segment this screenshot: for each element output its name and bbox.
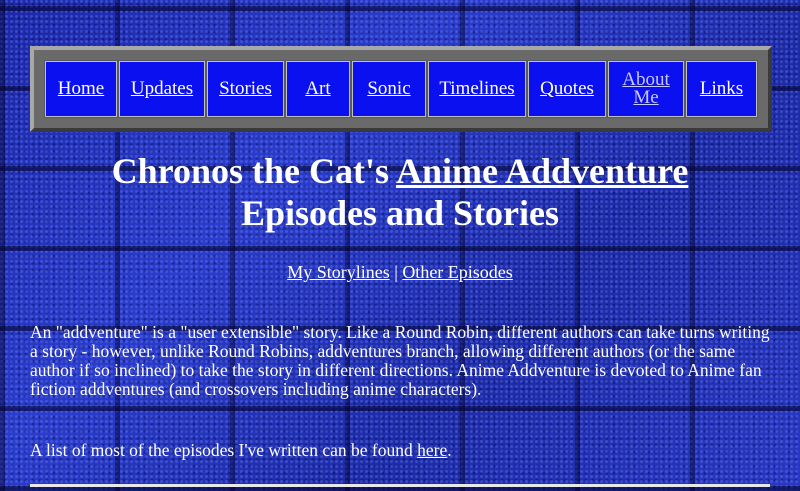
nav-link-art[interactable]: Art — [305, 79, 330, 98]
other-episodes-link[interactable]: Other Episodes — [402, 262, 512, 282]
nav-item-sonic[interactable]: Sonic — [352, 61, 426, 117]
episode-list-suffix: . — [447, 440, 452, 460]
episode-list-text: A list of most of the episodes I've writ… — [30, 440, 418, 460]
nav-item-links[interactable]: Links — [686, 61, 757, 117]
nav-frame: Home Updates Stories Art Sonic Timelines… — [30, 46, 772, 132]
nav-link-home[interactable]: Home — [58, 79, 104, 98]
nav-link-links[interactable]: Links — [700, 79, 743, 98]
nav-item-stories[interactable]: Stories — [207, 61, 284, 117]
title-anime-addventure-link[interactable]: Anime Addventure — [396, 151, 688, 191]
nav-link-about-me[interactable]: About Me — [618, 70, 674, 107]
nav-item-art[interactable]: Art — [286, 61, 350, 117]
nav-item-quotes[interactable]: Quotes — [528, 61, 606, 117]
nav-link-sonic[interactable]: Sonic — [367, 79, 410, 98]
my-storylines-link[interactable]: My Storylines — [287, 262, 390, 282]
sublinks-separator: | — [389, 262, 403, 282]
nav-item-timelines[interactable]: Timelines — [428, 61, 526, 117]
title-prefix: Chronos the Cat's — [111, 151, 397, 191]
nav-bar: Home Updates Stories Art Sonic Timelines… — [44, 60, 758, 118]
nav-link-timelines[interactable]: Timelines — [439, 79, 514, 98]
episode-list-here-link[interactable]: here — [417, 440, 447, 460]
nav-item-updates[interactable]: Updates — [119, 61, 205, 117]
nav-link-quotes[interactable]: Quotes — [540, 79, 594, 98]
nav-link-updates[interactable]: Updates — [131, 79, 193, 98]
nav-item-about-me[interactable]: About Me — [608, 61, 684, 117]
divider — [30, 484, 770, 487]
episode-list-paragraph: A list of most of the episodes I've writ… — [30, 441, 770, 460]
intro-paragraph: An "addventure" is a "user extensible" s… — [30, 322, 770, 399]
sub-navigation: My Storylines | Other Episodes — [0, 262, 800, 283]
nav-link-stories[interactable]: Stories — [219, 79, 272, 98]
page-title: Chronos the Cat's Anime Addventure Episo… — [0, 150, 800, 234]
nav-item-home[interactable]: Home — [45, 61, 117, 117]
title-line-2: Episodes and Stories — [240, 193, 560, 233]
